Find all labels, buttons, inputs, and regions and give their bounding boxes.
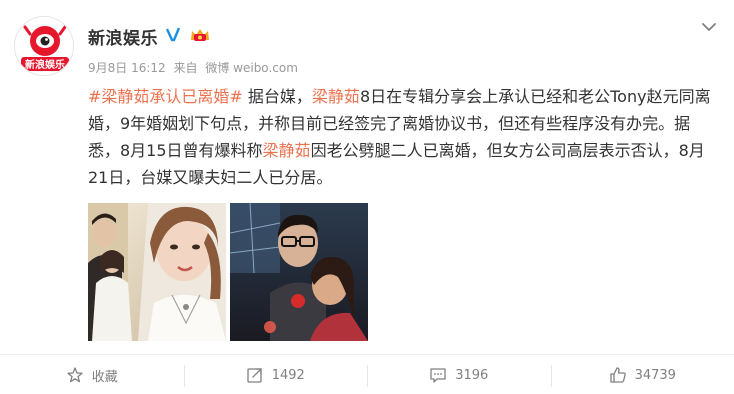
- mention-link[interactable]: 梁静茹: [312, 87, 360, 106]
- post-time[interactable]: 9月8日 16:12: [88, 61, 166, 75]
- avatar[interactable]: 新浪娱乐: [14, 16, 74, 76]
- post-photo-2[interactable]: [230, 203, 368, 341]
- topic-link[interactable]: #梁静茹承认已离婚#: [88, 87, 243, 106]
- mention-link[interactable]: 梁静茹: [263, 141, 311, 160]
- chevron-down-icon[interactable]: [700, 20, 718, 34]
- sina-ent-logo-icon: 新浪娱乐: [15, 17, 73, 75]
- post-meta: 9月8日 16:12 来自 微博 weibo.com: [88, 59, 302, 76]
- photo-image: [230, 203, 368, 341]
- comment-count: 3196: [455, 367, 489, 383]
- like-count: 34739: [634, 367, 676, 383]
- weibo-post-card: 新浪娱乐 新浪娱乐 9月8日 16:12 来自 微博 weibo.com #梁静…: [0, 0, 734, 394]
- post-source[interactable]: 微博 weibo.com: [205, 61, 298, 75]
- repost-count: 1492: [271, 367, 305, 383]
- post-photo-1[interactable]: [88, 203, 226, 341]
- star-icon: [67, 367, 83, 383]
- divider: [0, 354, 734, 355]
- vip-crown-icon[interactable]: [189, 26, 211, 43]
- favorite-label: 收藏: [91, 369, 118, 385]
- repost-icon: [247, 368, 262, 383]
- photo-image: [88, 203, 226, 341]
- post-text-1: 据台媒，: [242, 87, 312, 106]
- avatar-text: 新浪娱乐: [25, 58, 65, 71]
- verified-badge-icon: [165, 26, 181, 42]
- action-bar: 收藏 1492 3196 34739: [0, 356, 734, 394]
- repost-button[interactable]: 1492: [183, 356, 368, 394]
- comment-button[interactable]: 3196: [367, 356, 551, 394]
- favorite-button[interactable]: 收藏: [0, 356, 184, 394]
- comment-icon: [430, 368, 446, 383]
- thumbs-up-icon: [609, 367, 626, 383]
- user-name[interactable]: 新浪娱乐: [88, 24, 158, 49]
- like-button[interactable]: 34739: [550, 356, 734, 394]
- source-label: 来自: [173, 61, 198, 75]
- post-text: #梁静茹承认已离婚# 据台媒，梁静茹8日在专辑分享会上承认已经和老公Tony赵元…: [88, 83, 718, 191]
